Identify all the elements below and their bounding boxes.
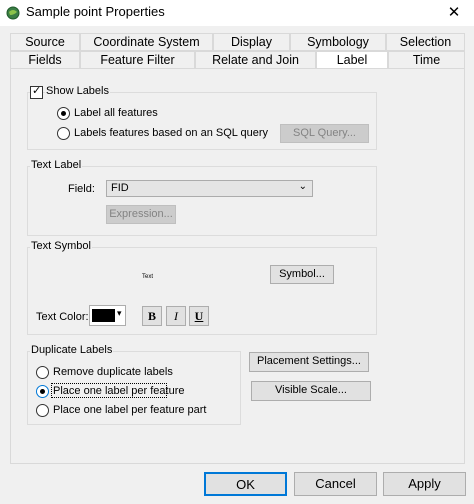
- one-label-per-feature-label: Place one label per feature: [53, 385, 185, 397]
- label-tab-panel: ✓ Show Labels Label all features Labels …: [10, 68, 465, 464]
- one-label-per-feature-radio[interactable]: [36, 385, 49, 398]
- globe-app-icon: [6, 6, 20, 20]
- label-all-label: Label all features: [74, 107, 158, 119]
- bold-button[interactable]: B: [142, 306, 162, 326]
- text-symbol-preview: Text: [142, 274, 154, 280]
- label-sql-label: Labels features based on an SQL query: [74, 127, 269, 139]
- text-symbol-heading: Text Symbol: [30, 240, 92, 252]
- tab-symbology[interactable]: Symbology: [290, 33, 386, 51]
- field-label: Field:: [68, 183, 95, 195]
- dropdown-arrow-icon: ▾: [117, 308, 122, 318]
- field-select-value: FID: [111, 182, 129, 194]
- color-swatch: [92, 309, 115, 322]
- visible-scale-button[interactable]: Visible Scale...: [251, 381, 371, 401]
- one-label-per-part-radio[interactable]: [36, 404, 49, 417]
- one-label-per-part-label: Place one label per feature part: [53, 404, 207, 416]
- cancel-button[interactable]: Cancel: [294, 472, 377, 496]
- label-all-radio[interactable]: [57, 107, 70, 120]
- italic-button[interactable]: I: [166, 306, 186, 326]
- checkmark-icon: ✓: [32, 85, 42, 97]
- duplicate-labels-heading: Duplicate Labels: [30, 344, 114, 356]
- ok-button[interactable]: OK: [204, 472, 287, 496]
- text-color-picker[interactable]: ▾: [89, 305, 126, 326]
- tab-coordinate-system[interactable]: Coordinate System: [80, 33, 213, 51]
- label-sql-radio[interactable]: [57, 127, 70, 140]
- tab-feature-filter[interactable]: Feature Filter: [80, 51, 195, 69]
- tab-fields[interactable]: Fields: [10, 51, 80, 69]
- symbol-button[interactable]: Symbol...: [270, 265, 334, 284]
- tab-display[interactable]: Display: [213, 33, 290, 51]
- show-labels-checkbox[interactable]: ✓: [30, 85, 43, 99]
- close-icon[interactable]: ✕: [440, 3, 468, 23]
- properties-dialog: Sample point Properties ✕ Source Coordin…: [0, 0, 474, 504]
- text-label-group: [27, 166, 377, 236]
- apply-button[interactable]: Apply: [383, 472, 466, 496]
- sql-query-button[interactable]: SQL Query...: [280, 124, 369, 143]
- expression-button[interactable]: Expression...: [106, 205, 176, 224]
- title-bar: Sample point Properties ✕: [0, 0, 474, 26]
- chevron-down-icon: ⌄: [298, 181, 307, 192]
- text-color-label: Text Color:: [36, 311, 89, 323]
- window-title: Sample point Properties: [26, 4, 165, 19]
- field-select[interactable]: FID ⌄: [106, 180, 313, 197]
- tab-selection[interactable]: Selection: [386, 33, 465, 51]
- underline-button[interactable]: U: [189, 306, 209, 326]
- tab-source[interactable]: Source: [10, 33, 80, 51]
- remove-duplicates-radio[interactable]: [36, 366, 49, 379]
- remove-duplicates-label: Remove duplicate labels: [53, 366, 173, 378]
- show-labels-label: Show Labels: [45, 85, 110, 97]
- placement-settings-button[interactable]: Placement Settings...: [249, 352, 369, 372]
- tab-relate-and-join[interactable]: Relate and Join: [195, 51, 316, 69]
- text-label-heading: Text Label: [30, 159, 83, 171]
- tab-time[interactable]: Time: [388, 51, 465, 69]
